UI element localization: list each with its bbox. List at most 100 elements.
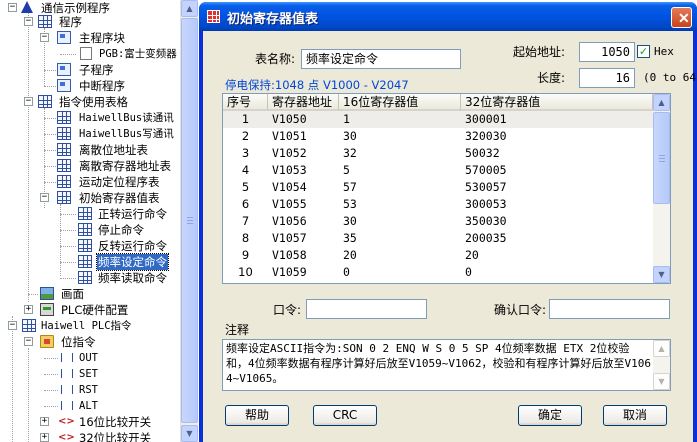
collapse-icon[interactable]: − xyxy=(8,321,17,330)
cell-value16[interactable]: 30 xyxy=(339,128,461,145)
tree-node-pgb[interactable]: PGB:富士变频器 xyxy=(0,46,180,62)
tree-node-rst[interactable]: RST xyxy=(0,382,180,398)
column-header-32bit[interactable]: 32位寄存器值 xyxy=(461,94,653,111)
column-header-address[interactable]: 寄存器地址 xyxy=(268,94,339,111)
scroll-up-arrow-icon[interactable]: ▲ xyxy=(181,0,198,17)
cell-index[interactable]: 4 xyxy=(223,162,268,179)
ok-button[interactable]: 确定 xyxy=(518,405,582,426)
project-tree[interactable]: − 通信示例程序 − 程序 − 主程序块 PGB:富士变频器 子程序 中断程序 … xyxy=(0,0,180,442)
cell-value32[interactable]: 350030 xyxy=(461,213,653,230)
tree-node-motion-table[interactable]: 运动定位程序表 xyxy=(0,174,180,190)
collapse-icon[interactable]: − xyxy=(40,193,49,202)
table-row[interactable]: 6 V1055 53 300053 xyxy=(223,196,653,213)
table-scrollbar[interactable]: ▲ ▼ xyxy=(653,94,670,283)
tree-node-set[interactable]: SET xyxy=(0,366,180,382)
start-address-input[interactable]: 1050 xyxy=(579,42,635,62)
cell-address[interactable]: V1058 xyxy=(268,247,339,264)
cell-address[interactable]: V1059 xyxy=(268,264,339,281)
expand-icon[interactable]: + xyxy=(24,305,33,314)
table-row[interactable]: 2 V1051 30 320030 xyxy=(223,128,653,145)
tree-node-rev-cmd[interactable]: 反转运行命令 xyxy=(0,238,180,254)
collapse-icon[interactable]: − xyxy=(8,3,17,12)
scroll-down-arrow-icon[interactable]: ▼ xyxy=(653,373,670,390)
scroll-thumb[interactable] xyxy=(181,18,198,423)
table-row[interactable]: 3 V1052 32 50032 xyxy=(223,145,653,162)
scroll-up-arrow-icon[interactable]: ▲ xyxy=(653,94,670,111)
length-input[interactable]: 16 xyxy=(579,68,635,88)
cell-value32[interactable]: 200035 xyxy=(461,230,653,247)
scroll-up-arrow-icon[interactable]: ▲ xyxy=(653,340,670,357)
cell-address[interactable]: V1054 xyxy=(268,179,339,196)
cell-value32[interactable]: 570005 xyxy=(461,162,653,179)
column-header-index[interactable]: 序号 xyxy=(223,94,268,111)
cell-index[interactable]: 7 xyxy=(223,213,268,230)
tree-node-discrete-reg-table[interactable]: 离散寄存器地址表 xyxy=(0,158,180,174)
cell-value16[interactable]: 30 xyxy=(339,213,461,230)
tree-node-cmp32[interactable]: + <> 32位比较开关 xyxy=(0,430,180,442)
cell-value16[interactable]: 57 xyxy=(339,179,461,196)
tree-scrollbar[interactable]: ▲ ▼ xyxy=(180,0,198,442)
crc-button[interactable]: CRC xyxy=(313,405,377,426)
tree-node-haiwell-write[interactable]: HaiwellBus写通讯 xyxy=(0,126,180,142)
table-row[interactable]: 4 V1053 5 570005 xyxy=(223,162,653,179)
table-row[interactable]: 10 V1059 0 0 xyxy=(223,264,653,281)
cell-value32[interactable]: 0 xyxy=(461,264,653,281)
cell-value32[interactable]: 530057 xyxy=(461,179,653,196)
tree-node-out[interactable]: OUT xyxy=(0,350,180,366)
note-scrollbar[interactable]: ▲ ▼ xyxy=(653,340,670,390)
cell-address[interactable]: V1052 xyxy=(268,145,339,162)
cell-value16[interactable]: 0 xyxy=(339,264,461,281)
cell-address[interactable]: V1055 xyxy=(268,196,339,213)
tree-node-instruction-tables[interactable]: − 指令使用表格 xyxy=(0,94,180,110)
scroll-down-arrow-icon[interactable]: ▼ xyxy=(653,266,670,283)
cell-value16[interactable]: 5 xyxy=(339,162,461,179)
cell-value16[interactable]: 32 xyxy=(339,145,461,162)
cell-index[interactable]: 6 xyxy=(223,196,268,213)
table-row[interactable]: 7 V1056 30 350030 xyxy=(223,213,653,230)
cell-index[interactable]: 3 xyxy=(223,145,268,162)
cell-value32[interactable]: 20 xyxy=(461,247,653,264)
cell-address[interactable]: V1051 xyxy=(268,128,339,145)
column-header-16bit[interactable]: 16位寄存器值 xyxy=(339,94,461,111)
note-textarea[interactable]: 频率设定ASCII指令为:SON 0 2 ENQ W S 0 5 SP 4位频率… xyxy=(222,339,671,391)
hex-checkbox[interactable]: ✓ xyxy=(637,45,650,58)
cell-value32[interactable]: 300053 xyxy=(461,196,653,213)
cell-value16[interactable]: 20 xyxy=(339,247,461,264)
tree-node-plc-hw[interactable]: + PLC硬件配置 xyxy=(0,302,180,318)
table-name-input[interactable]: 频率设定命令 xyxy=(301,49,461,69)
expand-icon[interactable]: + xyxy=(40,417,49,426)
tree-node-screen[interactable]: 画面 xyxy=(0,286,180,302)
help-button[interactable]: 帮助 xyxy=(225,405,289,426)
cell-value16[interactable]: 1 xyxy=(339,111,461,128)
table-row[interactable]: 9 V1058 20 20 xyxy=(223,247,653,264)
tree-node-cmp16[interactable]: + <> 16位比较开关 xyxy=(0,414,180,430)
cancel-button[interactable]: 取消 xyxy=(603,405,667,426)
tree-node-bit-instr[interactable]: − 位指令 xyxy=(0,334,180,350)
tree-node-freq-read-cmd[interactable]: 频率读取命令 xyxy=(0,270,180,286)
cell-address[interactable]: V1050 xyxy=(268,111,339,128)
cell-index[interactable]: 2 xyxy=(223,128,268,145)
cell-index[interactable]: 8 xyxy=(223,230,268,247)
collapse-icon[interactable]: − xyxy=(24,337,33,346)
tree-node-stop-cmd[interactable]: 停止命令 xyxy=(0,222,180,238)
cell-value16[interactable]: 53 xyxy=(339,196,461,213)
table-row[interactable]: 8 V1057 35 200035 xyxy=(223,230,653,247)
table-row[interactable]: 1 V1050 1 300001 xyxy=(223,111,653,128)
tree-node-haiwell-plc[interactable]: − Haiwell PLC指令 xyxy=(0,318,180,334)
table-row[interactable]: 5 V1054 57 530057 xyxy=(223,179,653,196)
tree-node-interrupt[interactable]: 中断程序 xyxy=(0,78,180,94)
collapse-icon[interactable]: − xyxy=(24,17,33,26)
collapse-icon[interactable]: − xyxy=(40,33,49,42)
tree-node-fwd-cmd[interactable]: 正转运行命令 xyxy=(0,206,180,222)
expand-icon[interactable]: + xyxy=(40,433,49,442)
cell-address[interactable]: V1053 xyxy=(268,162,339,179)
dialog-title-bar[interactable]: 初始寄存器值表 ✕ xyxy=(199,2,697,31)
cell-value32[interactable]: 320030 xyxy=(461,128,653,145)
cell-index[interactable]: 9 xyxy=(223,247,268,264)
tree-node-program[interactable]: − 程序 xyxy=(0,14,180,30)
confirm-password-input[interactable] xyxy=(549,299,670,319)
register-table[interactable]: 序号 寄存器地址 16位寄存器值 32位寄存器值 1 V1050 1 300001 2 V… xyxy=(222,93,671,284)
scroll-down-arrow-icon[interactable]: ▼ xyxy=(181,425,198,442)
tree-node-haiwell-read[interactable]: HaiwellBus读通讯 xyxy=(0,110,180,126)
tree-node-main-block[interactable]: − 主程序块 xyxy=(0,30,180,46)
